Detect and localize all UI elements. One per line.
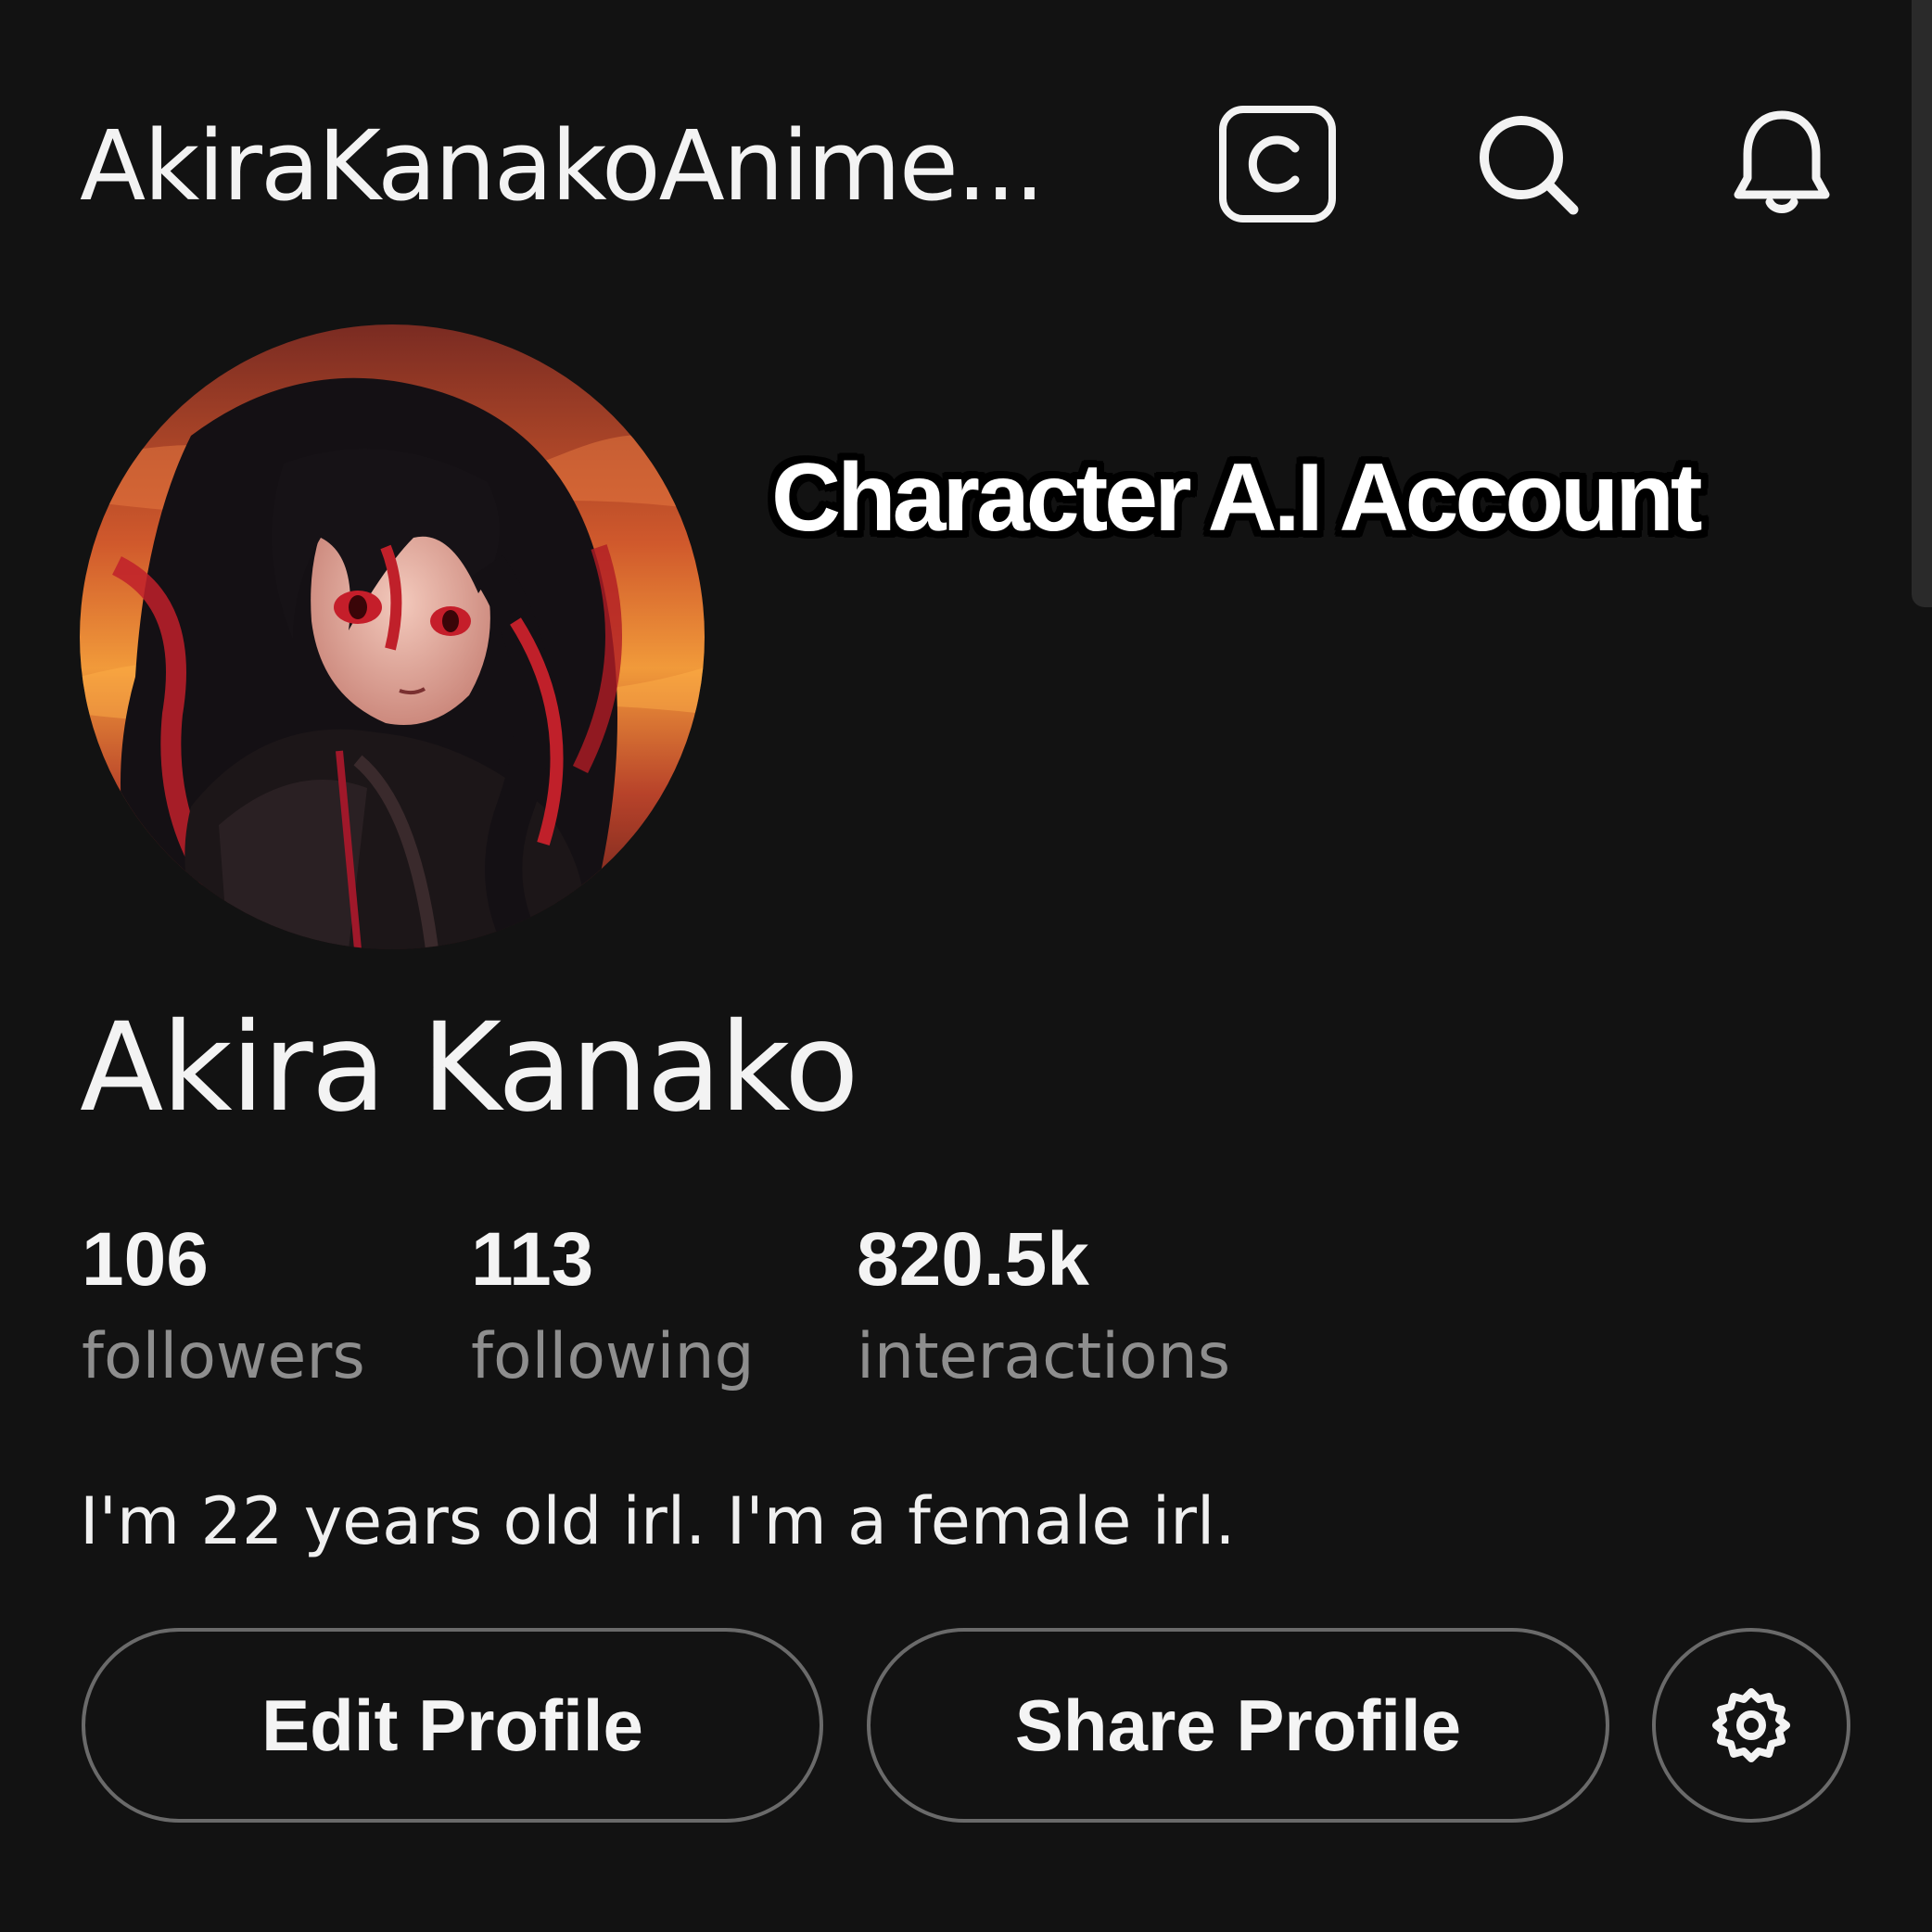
following-label: following (471, 1320, 755, 1393)
overlay-caption: Character A.I Account (771, 444, 1703, 552)
followers-count: 106 (82, 1217, 209, 1302)
edit-profile-button[interactable]: Edit Profile (82, 1628, 823, 1823)
display-name: Akira Kanako (80, 997, 859, 1139)
notifications-button[interactable] (1722, 104, 1842, 224)
followers-stat[interactable]: 106 followers (82, 1222, 365, 1389)
page-title: AkiraKanakoAnime... (80, 109, 1045, 222)
gear-icon (1712, 1688, 1790, 1762)
bio-text: I'm 22 years old irl. I'm a female irl. (80, 1483, 1236, 1559)
scrollbar[interactable] (1912, 0, 1932, 607)
share-profile-button[interactable]: Share Profile (867, 1628, 1609, 1823)
search-icon (1480, 116, 1579, 215)
interactions-stat: 820.5k interactions (857, 1222, 1230, 1389)
following-count: 113 (471, 1217, 594, 1302)
interactions-label: interactions (857, 1320, 1231, 1393)
followers-label: followers (82, 1320, 365, 1393)
copyright-icon (1219, 106, 1336, 222)
anime-girl-avatar (80, 324, 705, 949)
avatar[interactable] (80, 324, 705, 949)
interactions-count: 820.5k (857, 1217, 1089, 1302)
settings-button[interactable] (1652, 1628, 1850, 1823)
search-button[interactable] (1469, 104, 1590, 224)
following-stat[interactable]: 113 following (471, 1222, 755, 1389)
bell-icon (1734, 110, 1830, 213)
copyright-button[interactable] (1217, 104, 1338, 224)
